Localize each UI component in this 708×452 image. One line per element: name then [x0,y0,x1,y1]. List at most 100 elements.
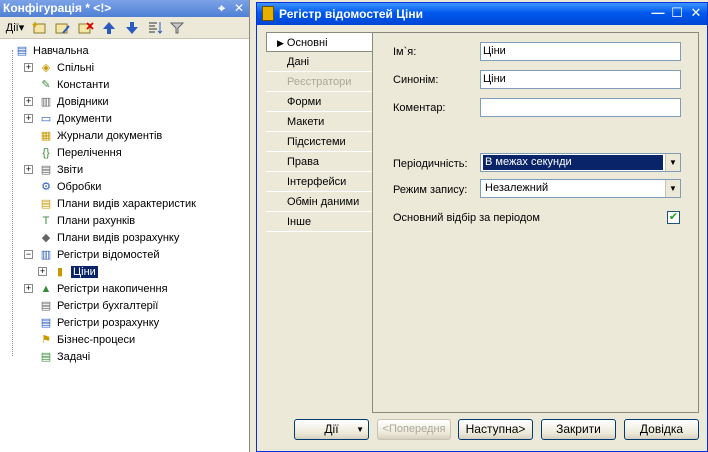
tree-node[interactable]: ▤ Регістри бухгалтерії [0,297,249,314]
dialog-title-bar: Регістр відомостей Ціни — ☐ ✕ [257,3,707,25]
tab-3[interactable]: Форми [266,92,372,112]
tab-8[interactable]: Обмін даними [266,192,372,212]
tree-node[interactable]: ⚑ Бізнес-процеси [0,331,249,348]
tab-0[interactable]: ▶ Основні [266,32,372,52]
sort-button[interactable] [143,19,166,37]
close-icon[interactable]: ✕ [687,4,705,22]
accum-registers-icon: ▲ [40,282,52,295]
tree-node[interactable]: ⚙ Обробки [0,178,249,195]
close-icon[interactable]: ✕ [232,0,246,17]
tab-9[interactable]: Інше [266,212,372,232]
dropdown-arrow-icon[interactable]: ▼ [665,154,680,171]
enums-icon: {} [42,146,50,159]
write-mode-select[interactable]: Незалежний ▼ [480,179,681,198]
constants-icon: ✎ [41,79,51,91]
tab-1[interactable]: Дані [266,52,372,72]
calc-registers-icon: ▤ [40,317,52,329]
configuration-tree: ▤ Навчальна + ◈ Спільні ✎ Константи + ▥ Довідники… [0,40,249,452]
chevron-down-icon: ▼ [356,425,364,434]
tree-node[interactable]: + ▤ Звіти [0,161,249,178]
synonym-field[interactable]: Ціни [480,70,681,89]
edit-item-button[interactable] [51,19,74,37]
tree-node[interactable]: − ▥ Регістри відомостей [0,246,249,263]
collapse-icon[interactable]: − [24,250,33,259]
pin-icon[interactable]: ⌖ [215,0,229,17]
active-tab-marker-icon: ▶ [277,38,284,48]
periodicity-select[interactable]: В межах секунди ▼ [480,153,681,172]
actions-button-label: Дії [324,422,339,436]
tree-node-label: Плани видів розрахунку [57,231,180,244]
main-filter-checkbox[interactable]: ✔ [667,211,680,224]
sort-icon [148,21,162,34]
register-icon [262,6,274,21]
delete-icon [78,21,94,33]
close-button[interactable]: Закрити [541,419,616,440]
tree-node-label: Регістри бухгалтерії [57,299,159,312]
name-label: Ім`я: [393,46,417,58]
tree-node[interactable]: ▦ Журнали документів [0,127,249,144]
add-item-button[interactable] [28,19,51,37]
tree-node-label: Ціни [71,265,98,278]
tree-node[interactable]: ✎ Константи [0,76,249,93]
expand-icon[interactable]: + [38,267,47,276]
actions-menu-button[interactable]: Дії ▾ [2,19,28,37]
tree-node[interactable]: ▤ Регістри розрахунку [0,314,249,331]
tab-6[interactable]: Права [266,152,372,172]
tab-label: Інше [287,216,312,228]
tree-node[interactable]: + ▭ Документи [0,110,249,127]
tree-node[interactable]: ▤ Задачі [0,348,249,365]
move-up-button[interactable] [97,19,120,37]
tree-node-label: Спільні [57,61,95,74]
comment-field[interactable] [480,98,681,117]
minimize-icon[interactable]: — [649,4,667,22]
tree-node[interactable]: T Плани рахунків [0,212,249,229]
tree-node[interactable]: ◆ Плани видів розрахунку [0,229,249,246]
periodicity-value: В межах секунди [482,154,664,171]
filter-button[interactable] [166,19,189,37]
configuration-toolbar: Дії ▾ [0,17,249,39]
actions-menu-label: Дії [5,21,19,34]
actions-button[interactable]: Дії ▼ [294,419,369,440]
move-down-button[interactable] [120,19,143,37]
char-plans-icon: ▤ [40,198,52,210]
name-field[interactable]: Ціни [480,42,681,61]
tree-node-label: Регістри накопичення [57,282,168,295]
help-button[interactable]: Довідка [624,419,699,440]
expand-icon[interactable]: + [24,284,33,293]
tab-4[interactable]: Макети [266,112,372,132]
arrow-up-icon [102,21,115,34]
tree-node[interactable]: + ◈ Спільні [0,59,249,76]
expand-icon[interactable]: + [24,165,33,174]
tasks-icon: ▤ [40,351,52,363]
tab-7[interactable]: Інтерфейси [266,172,372,192]
documents-icon: ▭ [40,113,52,125]
dropdown-arrow-icon[interactable]: ▼ [665,180,680,197]
acct-registers-icon: ▤ [40,300,52,312]
tree-node[interactable]: {} Перелічення [0,144,249,161]
write-mode-value: Незалежний [485,182,549,194]
tree-node[interactable]: ▤ Плани видів характеристик [0,195,249,212]
edit-icon [55,23,70,34]
tree-node-label: Навчальна [33,44,89,57]
next-button[interactable]: Наступна> [458,419,533,440]
reports-icon: ▤ [40,164,52,176]
periodicity-label: Періодичність: [393,158,468,170]
maximize-icon[interactable]: ☐ [668,4,686,22]
delete-item-button[interactable] [74,19,97,37]
tab-label: Реєстратори [287,76,352,88]
tree-node[interactable]: + ▮ Ціни [0,263,249,280]
tab-label: Інтерфейси [287,176,347,188]
previous-button[interactable]: <Попередня [377,419,451,440]
tree-node-label: Константи [57,78,110,91]
common-icon: ◈ [41,62,51,74]
tree-node[interactable]: + ▲ Регістри накопичення [0,280,249,297]
tree-node[interactable]: + ▥ Довідники [0,93,249,110]
expand-icon[interactable]: + [24,97,33,106]
tab-2[interactable]: Реєстратори [266,72,372,92]
register-item-icon: ▮ [56,266,64,278]
tree-node-label: Перелічення [57,146,122,159]
tree-node[interactable]: ▤ Навчальна [0,42,249,59]
expand-icon[interactable]: + [24,114,33,123]
expand-icon[interactable]: + [24,63,33,72]
tab-5[interactable]: Підсистеми [266,132,372,152]
